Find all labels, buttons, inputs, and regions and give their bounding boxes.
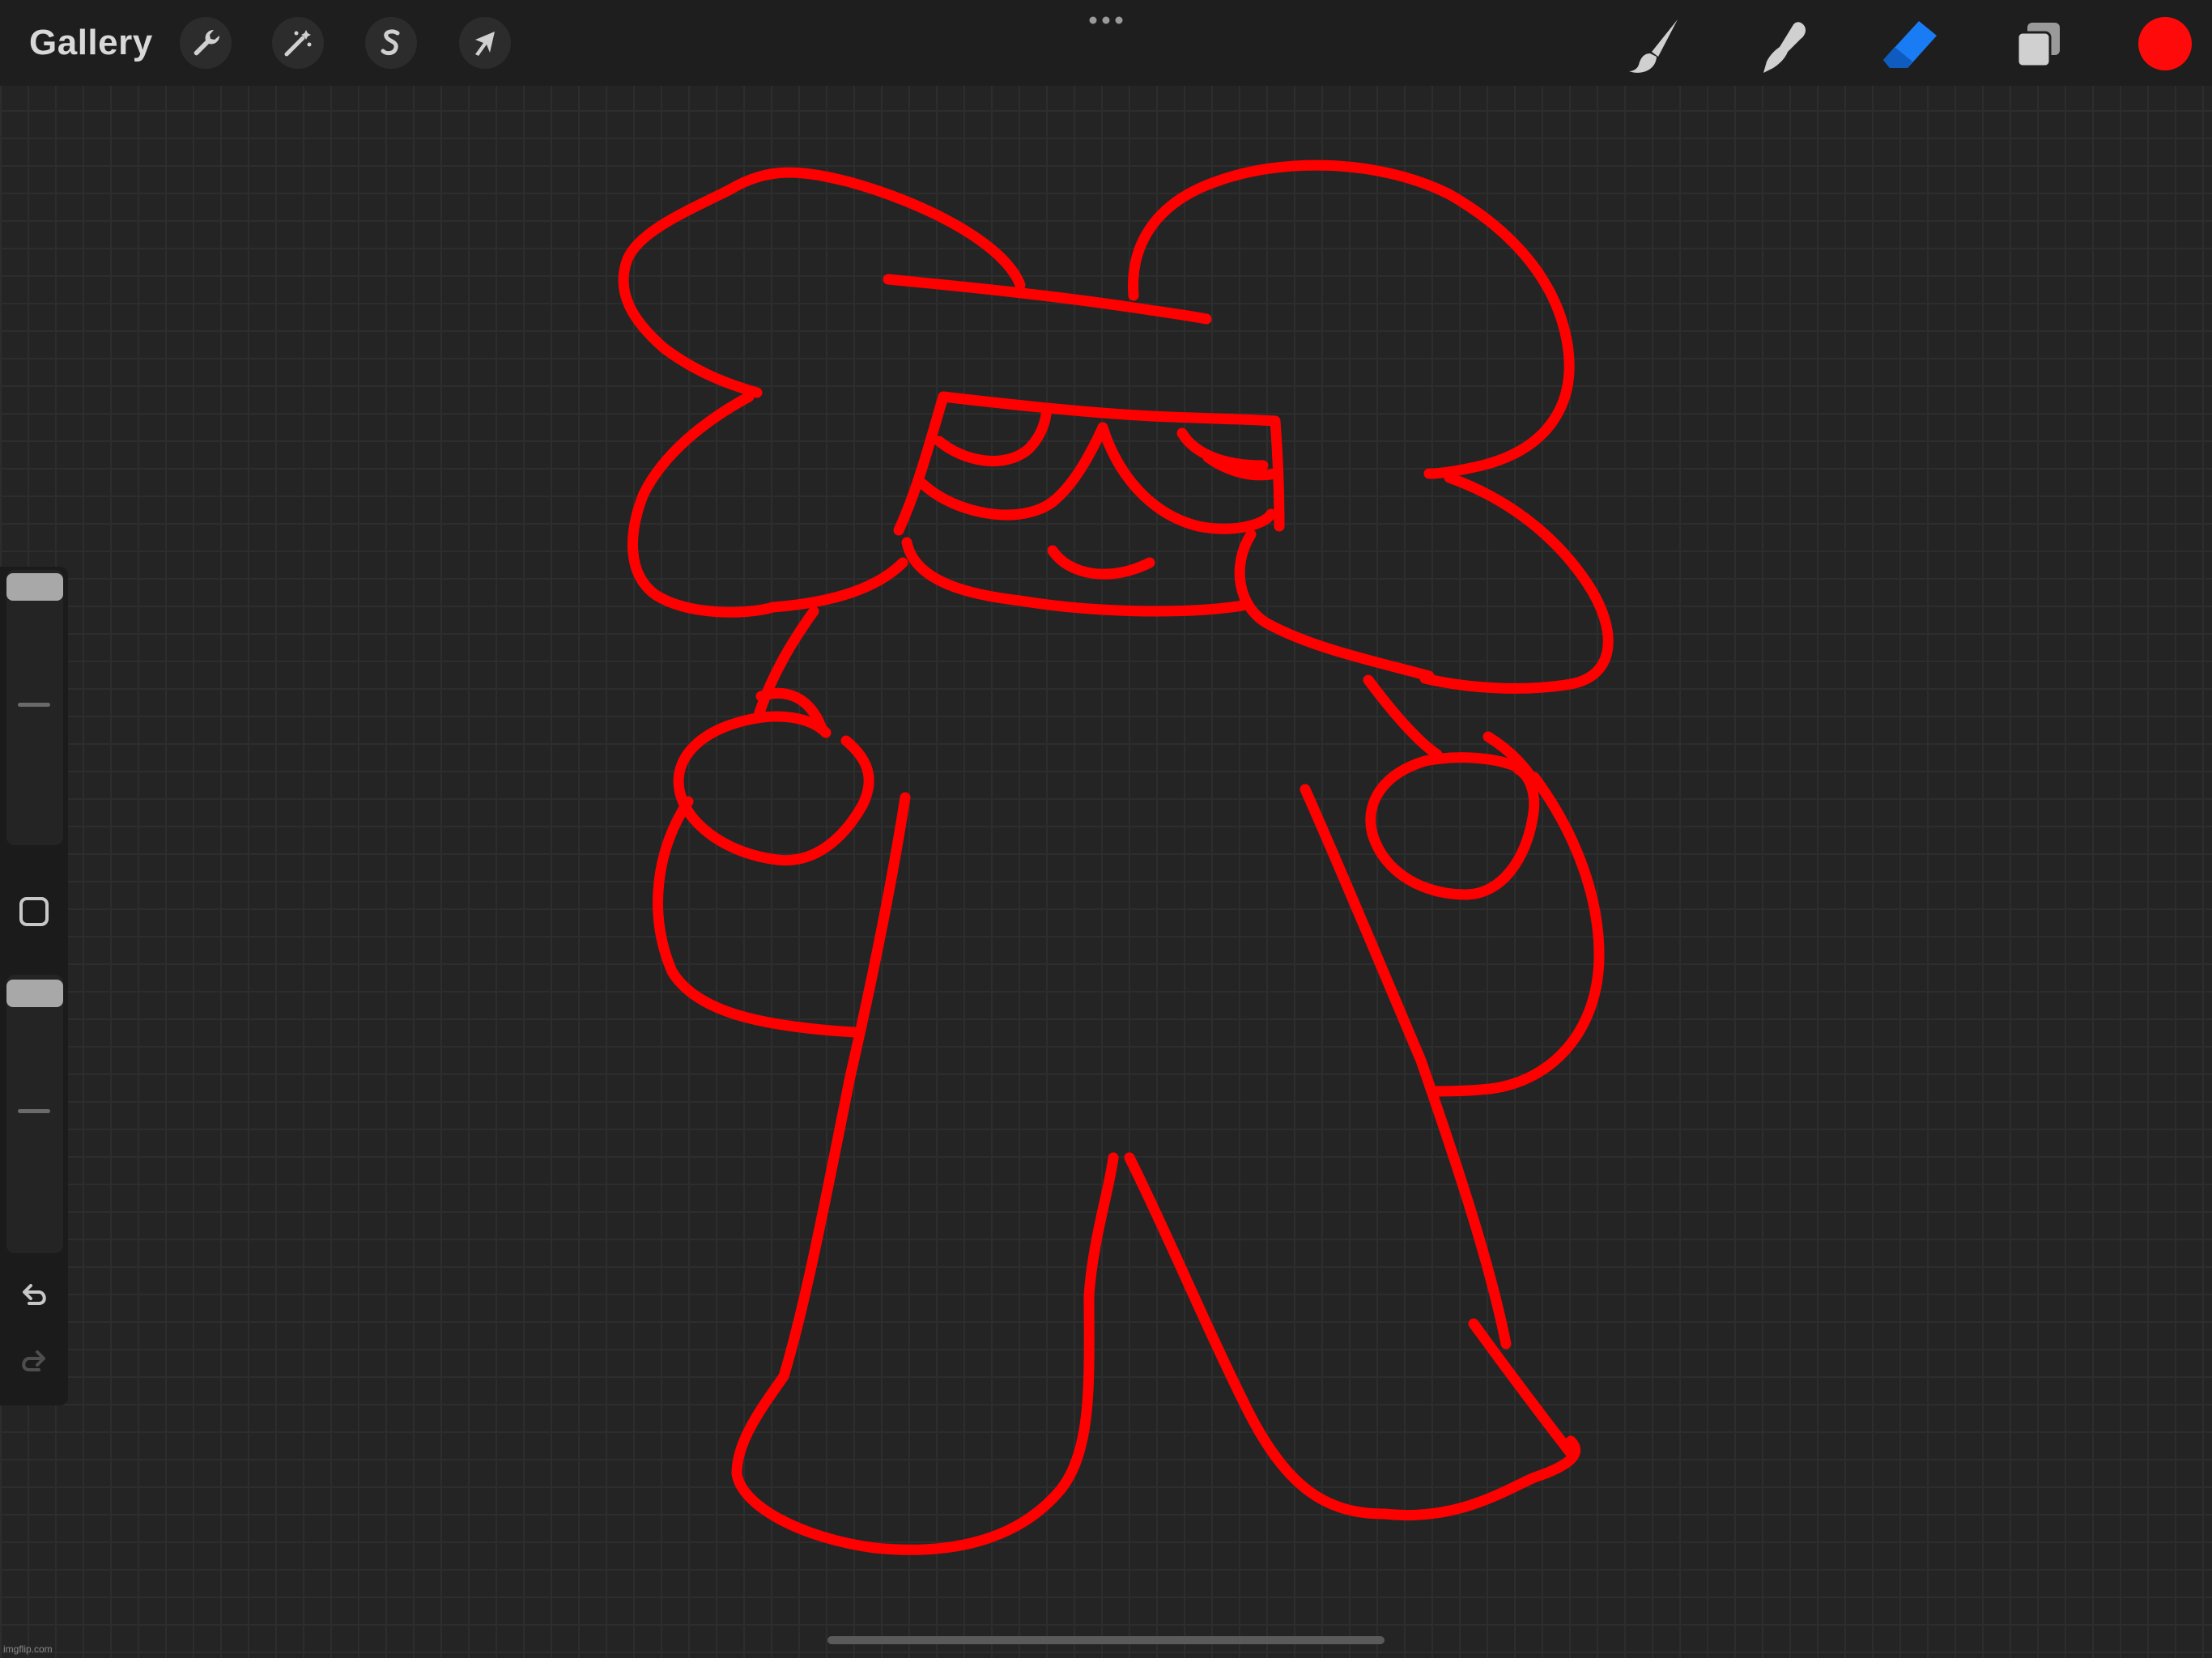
brush-size-tick [18,703,50,707]
red-sketch-strokes [618,159,1614,1555]
redo-arrow-icon[interactable] [15,1342,53,1381]
paintbrush-icon [1629,19,1678,73]
opacity-slider[interactable] [6,975,63,1253]
top-toolbar: Gallery [0,0,2212,86]
brush-size-slider[interactable] [6,570,63,845]
brush-size-thumb[interactable] [6,573,63,601]
magic-wand-icon [284,30,312,57]
wrench-icon [194,29,220,56]
layers-button[interactable] [2005,11,2073,79]
adjustments-button[interactable] [272,17,324,69]
home-indicator[interactable] [827,1636,1385,1644]
watermark-text: imgflip.com [3,1643,53,1655]
smudge-button[interactable] [1749,11,1817,79]
color-picker-swatch[interactable] [2138,17,2192,70]
square-icon[interactable] [15,892,53,931]
brush-button[interactable] [1621,11,1689,79]
more-dots-icon[interactable] [1085,8,1127,32]
procreate-app: Gallery imgflip.com [0,0,2212,1658]
arrow-cursor-icon [475,32,495,56]
eraser-icon [1883,21,1937,68]
smudge-finger-icon [1763,22,1806,73]
opacity-thumb[interactable] [6,980,63,1007]
actions-button[interactable] [180,17,232,69]
undo-arrow-icon[interactable] [15,1276,53,1315]
transform-button[interactable] [459,17,511,69]
left-sidebar [0,567,68,1405]
layers-icon [2016,23,2060,68]
selection-s-icon [381,29,400,56]
eraser-button[interactable] [1875,11,1943,79]
drawing-canvas[interactable] [0,0,2212,1658]
selection-button[interactable] [365,17,417,69]
gallery-button[interactable]: Gallery [29,18,153,68]
opacity-tick [18,1109,50,1113]
